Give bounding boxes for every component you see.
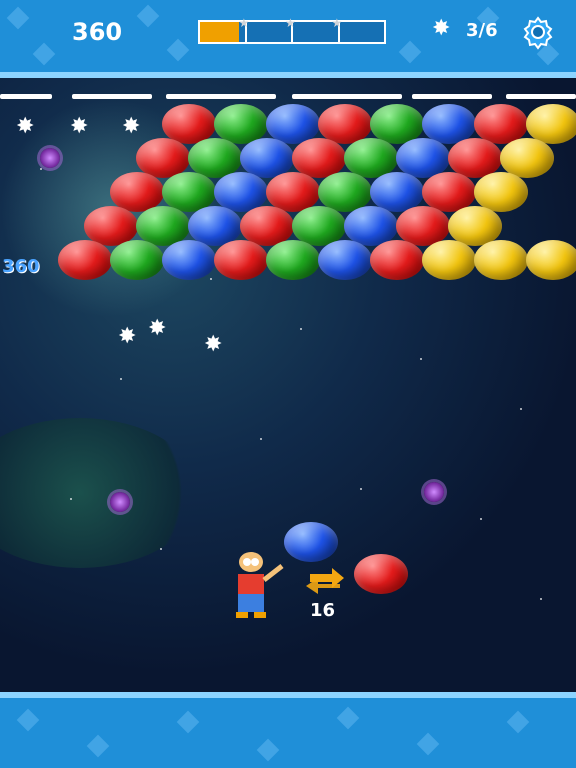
bubble-blue bbox=[318, 240, 372, 280]
score-display: 360 bbox=[72, 18, 123, 46]
bubble-green bbox=[266, 240, 320, 280]
shooter-character bbox=[236, 552, 284, 618]
progress-fill bbox=[200, 22, 240, 42]
purple-gem-icon bbox=[424, 482, 444, 502]
top-boundary-dash bbox=[412, 94, 492, 99]
progress-segment: ★ bbox=[332, 16, 385, 42]
bubble-yellow bbox=[474, 240, 528, 280]
spark-icon: ✸ bbox=[70, 114, 89, 139]
purple-gem-icon bbox=[110, 492, 130, 512]
bubble-blue bbox=[162, 240, 216, 280]
spark-icon: ✸ bbox=[432, 16, 451, 41]
game-playfield[interactable]: 360 ✸ ✸ ✸ ✸ ✸ ✸ 16 100 500 1000 bbox=[0, 78, 576, 692]
spark-icon: ✸ bbox=[204, 332, 223, 357]
bubble-yellow bbox=[422, 240, 476, 280]
progress-star-icon: ★ bbox=[238, 16, 250, 30]
top-boundary-dash bbox=[72, 94, 152, 99]
top-boundary-dash bbox=[166, 94, 276, 99]
level-progress-bar: ★ ★ ★ bbox=[198, 16, 386, 44]
spark-icon: ✸ bbox=[118, 324, 137, 349]
top-boundary-dash bbox=[0, 94, 52, 99]
next-bubble[interactable] bbox=[354, 554, 408, 594]
spark-icon: ✸ bbox=[16, 114, 35, 139]
purple-gem-icon bbox=[40, 148, 60, 168]
bubble-red bbox=[58, 240, 112, 280]
bubble-red bbox=[214, 240, 268, 280]
progress-star-icon: ★ bbox=[285, 16, 296, 30]
gear-icon[interactable] bbox=[518, 12, 558, 52]
bubble-green bbox=[110, 240, 164, 280]
spark-icon: ✸ bbox=[148, 316, 167, 341]
bubble-yellow bbox=[526, 240, 576, 280]
current-bubble[interactable] bbox=[284, 522, 338, 562]
top-boundary-dash bbox=[506, 94, 576, 99]
progress-star-icon: ★ bbox=[331, 16, 343, 30]
shots-remaining: 16 bbox=[310, 600, 336, 621]
bottom-pattern bbox=[0, 692, 576, 768]
spark-icon: ✸ bbox=[122, 114, 141, 139]
swap-arrows-icon[interactable] bbox=[304, 566, 346, 596]
bubble-red bbox=[370, 240, 424, 280]
bottom-bar bbox=[0, 692, 576, 768]
planet-background bbox=[0, 418, 200, 568]
level-indicator: 3/6 bbox=[466, 20, 498, 41]
top-boundary-dash bbox=[292, 94, 402, 99]
left-score-label: 360 bbox=[2, 256, 40, 277]
top-hud: 360 ★ ★ ★ ✸ 3/6 bbox=[0, 0, 576, 72]
